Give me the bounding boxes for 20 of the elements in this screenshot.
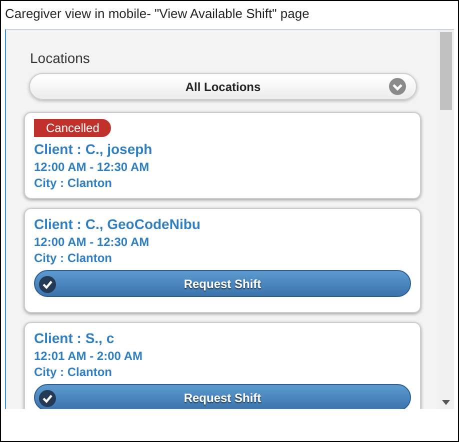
chevron-down-icon	[389, 78, 406, 95]
status-badge: Cancelled	[34, 119, 112, 137]
scroll-thumb[interactable]	[440, 32, 452, 110]
client-name: Client : S., c	[34, 329, 114, 348]
page-caption: Caregiver view in mobile- "View Available Shift" page	[4, 5, 310, 23]
locations-label: Locations	[30, 50, 91, 66]
check-icon	[39, 276, 56, 293]
request-shift-button[interactable]: Request Shift	[34, 270, 411, 297]
shift-time: 12:01 AM - 2:00 AM	[34, 348, 142, 364]
check-icon	[39, 390, 56, 407]
shift-city: City : Clanton	[34, 364, 112, 380]
shift-time: 12:00 AM - 12:30 AM	[34, 234, 150, 250]
request-shift-button[interactable]: Request Shift	[34, 384, 411, 409]
client-name: Client : C., joseph	[34, 140, 152, 159]
locations-dropdown[interactable]: All Locations	[29, 73, 417, 100]
scroll-down-arrow-icon[interactable]	[442, 400, 450, 405]
client-name: Client : C., GeoCodeNibu	[34, 215, 200, 234]
shift-time: 12:00 AM - 12:30 AM	[34, 159, 150, 175]
shift-city: City : Clanton	[34, 175, 112, 191]
shift-city: City : Clanton	[34, 250, 112, 266]
